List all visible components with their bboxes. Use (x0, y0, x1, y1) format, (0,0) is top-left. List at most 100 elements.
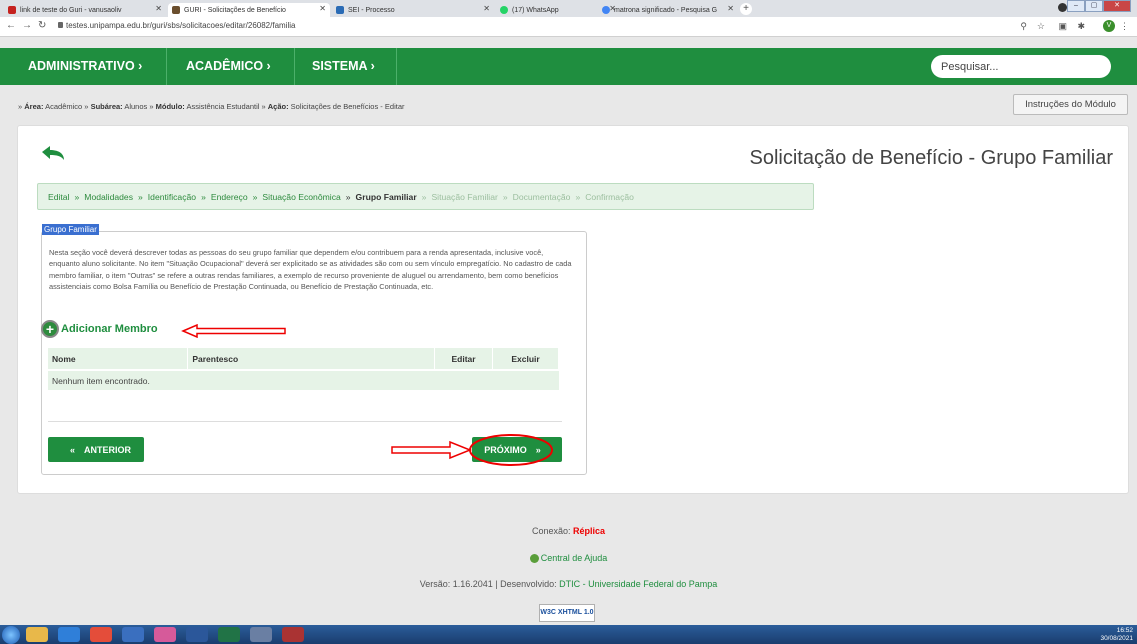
browser-tab[interactable]: SEI - Processo ✕ (332, 3, 494, 17)
tab-label: matrona significado - Pesquisa G (614, 6, 718, 14)
step-separator: » (201, 191, 206, 202)
reload-icon[interactable]: ↻ (38, 20, 46, 31)
clock-date: 30/08/2021 (1100, 634, 1133, 642)
table-row: Nenhum item encontrado. (48, 369, 559, 390)
close-tab-icon[interactable]: ✕ (483, 4, 490, 13)
double-chevron-left-icon: « (69, 444, 75, 455)
system-clock[interactable]: 16:52 30/08/2021 (1100, 627, 1133, 642)
menu-academico[interactable]: ACADÊMICO › (170, 48, 271, 85)
app-icon[interactable] (250, 627, 272, 642)
wizard-steps: Edital » Modalidades » Identificação » E… (37, 183, 814, 210)
tab-search-icon[interactable] (1058, 3, 1067, 12)
step-separator: » (252, 191, 258, 202)
google-icon (602, 6, 610, 14)
step-separator: » (502, 191, 508, 202)
app-icon[interactable] (122, 627, 144, 642)
close-tab-icon[interactable]: ✕ (727, 4, 734, 13)
word-icon[interactable] (186, 627, 208, 642)
breadcrumb-area-label: Área: (24, 102, 44, 111)
menu-divider (396, 48, 397, 85)
step-identificacao[interactable]: Identificação (148, 192, 196, 202)
connection-value: Réplica (573, 526, 606, 536)
w3c-xhtml-badge[interactable]: W3C XHTML 1.0 (539, 604, 595, 622)
app-icon[interactable] (154, 627, 176, 642)
step-separator: » (74, 191, 80, 202)
extension-icon[interactable]: ▣ (1058, 21, 1067, 32)
members-table: Nome Parentesco Editar Excluir Nenhum it… (48, 348, 559, 390)
forward-arrow-icon[interactable]: → (22, 20, 32, 31)
menu-sistema[interactable]: SISTEMA › (296, 48, 375, 85)
window-controls: – ▢ ✕ (1067, 0, 1131, 12)
close-tab-icon[interactable]: ✕ (319, 4, 326, 13)
app-icon[interactable] (282, 627, 304, 642)
previous-button-label: ANTERIOR (84, 444, 131, 455)
previous-button[interactable]: « ANTERIOR (48, 437, 144, 462)
back-return-icon[interactable] (38, 142, 68, 164)
zoom-icon[interactable]: ⚲ (1020, 21, 1027, 32)
guri-icon (172, 6, 180, 14)
main-panel: Solicitação de Benefício - Grupo Familia… (17, 125, 1129, 494)
breadcrumb-modulo-label: Módulo: (155, 102, 185, 111)
star-icon[interactable]: ☆ (1037, 21, 1045, 32)
page-title: Solicitação de Benefício - Grupo Familia… (749, 147, 1114, 169)
help-center-link[interactable]: Central de Ajuda (0, 553, 1137, 564)
step-confirmacao: Confirmação (585, 191, 634, 202)
taskbar: 16:52 30/08/2021 (0, 625, 1137, 644)
plus-icon[interactable]: + (41, 320, 59, 338)
maximize-button[interactable]: ▢ (1085, 0, 1103, 12)
clock-time: 16:52 (1116, 627, 1133, 634)
browser-tab[interactable]: matrona significado - Pesquisa G ✕ (598, 3, 738, 17)
close-window-button[interactable]: ✕ (1103, 0, 1131, 12)
start-button[interactable] (2, 626, 20, 644)
help-center-label[interactable]: Central de Ajuda (541, 553, 608, 563)
step-edital[interactable]: Edital (48, 192, 70, 202)
version-info: Versão: 1.16.2041 | Desenvolvido: DTIC -… (0, 579, 1137, 589)
version-text: Versão: 1.16.2041 | Desenvolvido: (419, 579, 560, 589)
module-instructions-button[interactable]: Instruções do Módulo (1013, 94, 1128, 115)
connection-label: Conexão: (531, 526, 573, 536)
annotation-arrow-left (181, 324, 286, 338)
menu-divider (166, 48, 167, 85)
new-tab-button[interactable]: + (740, 3, 752, 15)
breadcrumb-area: Acadêmico » (43, 102, 91, 111)
step-endereco[interactable]: Endereço (211, 192, 248, 202)
browser-tab-active[interactable]: GURI - Solicitações de Benefício ✕ (168, 3, 330, 17)
tab-label: link de teste do Guri - vanusaoliv (20, 6, 122, 14)
breadcrumb-acao: Solicitações de Benefícios - Editar (288, 102, 405, 111)
close-tab-icon[interactable]: ✕ (155, 4, 162, 13)
breadcrumb-subarea: Alunos » (122, 102, 156, 111)
gmail-icon (8, 6, 16, 14)
file-explorer-icon[interactable] (26, 627, 48, 642)
back-arrow-icon[interactable]: ← (6, 20, 16, 31)
add-member-label[interactable]: Adicionar Membro (61, 323, 158, 335)
breadcrumb-subarea-label: Subárea: (90, 102, 123, 111)
puzzle-icon[interactable]: ✱ (1077, 21, 1085, 32)
chrome-icon[interactable] (90, 627, 112, 642)
menu-dots-icon[interactable]: ⋮ (1120, 21, 1129, 32)
minimize-button[interactable]: – (1067, 0, 1085, 12)
step-modalidades[interactable]: Modalidades (84, 192, 133, 202)
step-situacao-economica[interactable]: Situação Econômica (262, 192, 340, 202)
fieldset-legend: Grupo Familiar (42, 224, 99, 235)
step-separator: » (138, 191, 143, 202)
url-field[interactable]: testes.unipampa.edu.br/guri/sbs/solicita… (66, 21, 295, 30)
menu-administrativo[interactable]: ADMINISTRATIVO › (12, 48, 142, 85)
help-icon (529, 554, 539, 564)
add-member-button[interactable]: + Adicionar Membro (41, 320, 158, 338)
search-input[interactable] (931, 55, 1111, 78)
section-description: Nesta seção você deverá descrever todas … (49, 248, 572, 292)
column-header-excluir: Excluir (492, 348, 559, 370)
developer-link[interactable]: DTIC - Universidade Federal do Pampa (559, 579, 717, 589)
annotation-arrow-right (391, 440, 472, 460)
profile-avatar[interactable]: V (1103, 20, 1115, 32)
internet-explorer-icon[interactable] (58, 627, 80, 642)
step-separator: » (421, 191, 427, 202)
browser-tab[interactable]: link de teste do Guri - vanusaoliv ✕ (4, 3, 166, 17)
annotation-circle (469, 434, 553, 466)
lock-icon (58, 22, 63, 28)
breadcrumb-acao-label: Ação: (267, 102, 289, 111)
tab-label: GURI - Solicitações de Benefício (184, 6, 286, 14)
excel-icon[interactable] (218, 627, 240, 642)
tab-label: SEI - Processo (348, 6, 395, 14)
empty-table-message: Nenhum item encontrado. (48, 369, 559, 390)
